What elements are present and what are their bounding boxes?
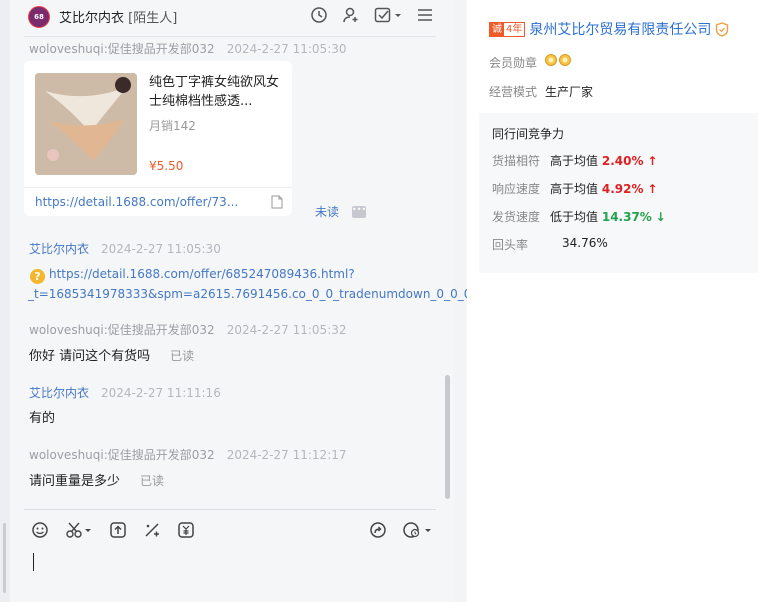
competition-box: 同行间竞争力 货描相符 高于均值 2.40% ↑ 响应速度 高于均值 4.92%… <box>479 113 758 273</box>
message-time: 2024-2-27 11:05:30 <box>226 42 347 56</box>
sender-name: woloveshuqi:促佳搜品开发部032 <box>29 42 215 56</box>
link-line-1[interactable]: https://detail.1688.com/offer/6852470894… <box>49 267 355 281</box>
sender-name: woloveshuqi:促佳搜品开发部032 <box>29 323 215 337</box>
emoji-icon[interactable] <box>31 521 49 539</box>
link-line-2[interactable]: _t=1685341978333&spm=a2615.7691456.co_0_… <box>28 284 471 304</box>
history-icon[interactable] <box>310 6 328 24</box>
upload-icon[interactable] <box>109 521 127 539</box>
help-icon: ? <box>30 269 45 284</box>
business-mode-value: 生产厂家 <box>545 85 594 99</box>
quick-phrase-icon[interactable] <box>143 521 161 539</box>
history-clock-icon[interactable] <box>403 521 433 539</box>
message-text: 有的 <box>29 411 56 426</box>
read-status: 已读 <box>140 474 165 488</box>
sender-name: woloveshuqi:促佳搜品开发部032 <box>29 448 215 462</box>
text-caret[interactable] <box>33 553 34 571</box>
document-icon[interactable] <box>271 195 283 209</box>
metric-label: 发货速度 <box>492 210 541 224</box>
competition-title: 同行间竞争力 <box>492 127 565 141</box>
input-toolbar <box>31 521 195 539</box>
up-arrow-icon: ↑ <box>647 182 658 196</box>
contact-name: 艾比尔内衣 <box>59 11 125 26</box>
metric-value: 高于均值 4.92% ↑ <box>550 180 657 197</box>
header-actions <box>310 6 434 24</box>
metric-compare: 高于均值 <box>550 154 599 168</box>
metric-value: 高于均值 2.40% ↑ <box>550 152 657 169</box>
metric-label: 响应速度 <box>492 182 541 196</box>
coupon-icon[interactable] <box>177 521 195 539</box>
metric-value: 34.76% <box>562 236 608 250</box>
up-arrow-icon: ↑ <box>647 154 658 168</box>
medal-icon <box>545 54 571 66</box>
supplier-panel: 诚 4年 泉州艾比尔贸易有限责任公司 会员勋章 经营模式 生产厂家 同行间竞争力 … <box>467 0 758 602</box>
product-sales: 月销142 <box>149 119 196 133</box>
badge-mark: 诚 <box>490 22 504 36</box>
chat-header: 68 艾比尔内衣 [陌生人] <box>10 0 454 33</box>
message-text: 你好 请问这个有货吗 已读 <box>29 345 194 364</box>
message-time: 2024-2-27 11:05:30 <box>101 242 221 256</box>
unread-status: 未读 <box>315 205 340 219</box>
product-link[interactable]: https://detail.1688.com/offer/73... <box>35 195 238 209</box>
stranger-tag: [陌生人] <box>128 11 178 26</box>
medal-label: 会员勋章 <box>489 56 538 70</box>
shop-avatar: 68 <box>28 5 50 28</box>
metric-percent: 4.92% <box>601 182 644 196</box>
sender-name: 艾比尔内衣 <box>29 386 90 400</box>
more-options-button[interactable]: ••• <box>352 206 366 218</box>
medal-badges <box>545 53 573 70</box>
metric-label: 回头率 <box>492 238 529 252</box>
metric-compare: 高于均值 <box>550 182 599 196</box>
product-price: ¥5.50 <box>149 159 184 173</box>
add-contact-icon[interactable] <box>342 6 360 24</box>
verified-shield-icon <box>716 21 729 37</box>
message-time: 2024-2-27 11:05:32 <box>226 323 347 337</box>
share-icon[interactable] <box>369 521 387 539</box>
product-title[interactable]: 纯色丁字裤女纯欲风女士纯棉档性感透... <box>149 73 284 111</box>
message-meta: woloveshuqi:促佳搜品开发部032 2024-2-27 11:05:32 <box>29 321 347 338</box>
screenshot-icon[interactable] <box>65 521 93 539</box>
business-mode-label: 经营模式 <box>489 85 538 99</box>
header-divider <box>24 36 436 37</box>
company-header: 诚 4年 泉州艾比尔贸易有限责任公司 <box>489 19 729 39</box>
badge-years: 4年 <box>506 23 523 35</box>
chat-title: 艾比尔内衣 [陌生人] <box>59 7 177 26</box>
left-strip <box>0 0 10 602</box>
shared-link[interactable]: ? https://detail.1688.com/offer/685247089… <box>28 264 471 304</box>
years-badge: 诚 4年 <box>489 21 526 37</box>
message-meta: 艾比尔内衣 2024-2-27 11:05:30 <box>29 240 221 257</box>
message-text: 请问重量是多少 已读 <box>29 470 164 489</box>
menu-icon[interactable] <box>416 6 434 24</box>
left-strip-handle[interactable] <box>3 523 6 593</box>
message-body: 你好 请问这个有货吗 <box>29 349 151 364</box>
down-arrow-icon: ↓ <box>655 210 666 224</box>
message-meta: woloveshuqi:促佳搜品开发部032 2024-2-27 11:05:30 <box>29 40 347 57</box>
chat-panel: 68 艾比尔内衣 [陌生人] woloveshuqi:促佳搜品开发部032 202… <box>0 0 471 602</box>
message-time: 2024-2-27 11:12:17 <box>226 448 347 462</box>
metric-compare: 低于均值 <box>550 210 599 224</box>
metric-percent: 2.40% <box>601 154 644 168</box>
company-name[interactable]: 泉州艾比尔贸易有限责任公司 <box>529 19 711 39</box>
message-time: 2024-2-27 11:11:16 <box>101 386 221 400</box>
input-toolbar-right <box>369 521 433 539</box>
input-divider <box>24 509 436 510</box>
product-image[interactable] <box>35 73 137 175</box>
metric-value: 低于均值 14.37% ↓ <box>550 208 666 225</box>
metric-percent: 14.37% <box>601 210 652 224</box>
card-divider <box>24 187 292 188</box>
read-status: 已读 <box>170 349 195 363</box>
message-meta: woloveshuqi:促佳搜品开发部032 2024-2-27 11:12:17 <box>29 446 347 463</box>
sender-name: 艾比尔内衣 <box>29 242 90 256</box>
metric-label: 货描相符 <box>492 154 541 168</box>
task-icon[interactable] <box>374 6 402 24</box>
message-meta: 艾比尔内衣 2024-2-27 11:11:16 <box>29 384 221 401</box>
message-body: 请问重量是多少 <box>29 474 121 489</box>
product-card[interactable]: 纯色丁字裤女纯欲风女士纯棉档性感透... 月销142 ¥5.50 https:/… <box>24 61 292 216</box>
chat-scrollbar[interactable] <box>445 375 450 499</box>
